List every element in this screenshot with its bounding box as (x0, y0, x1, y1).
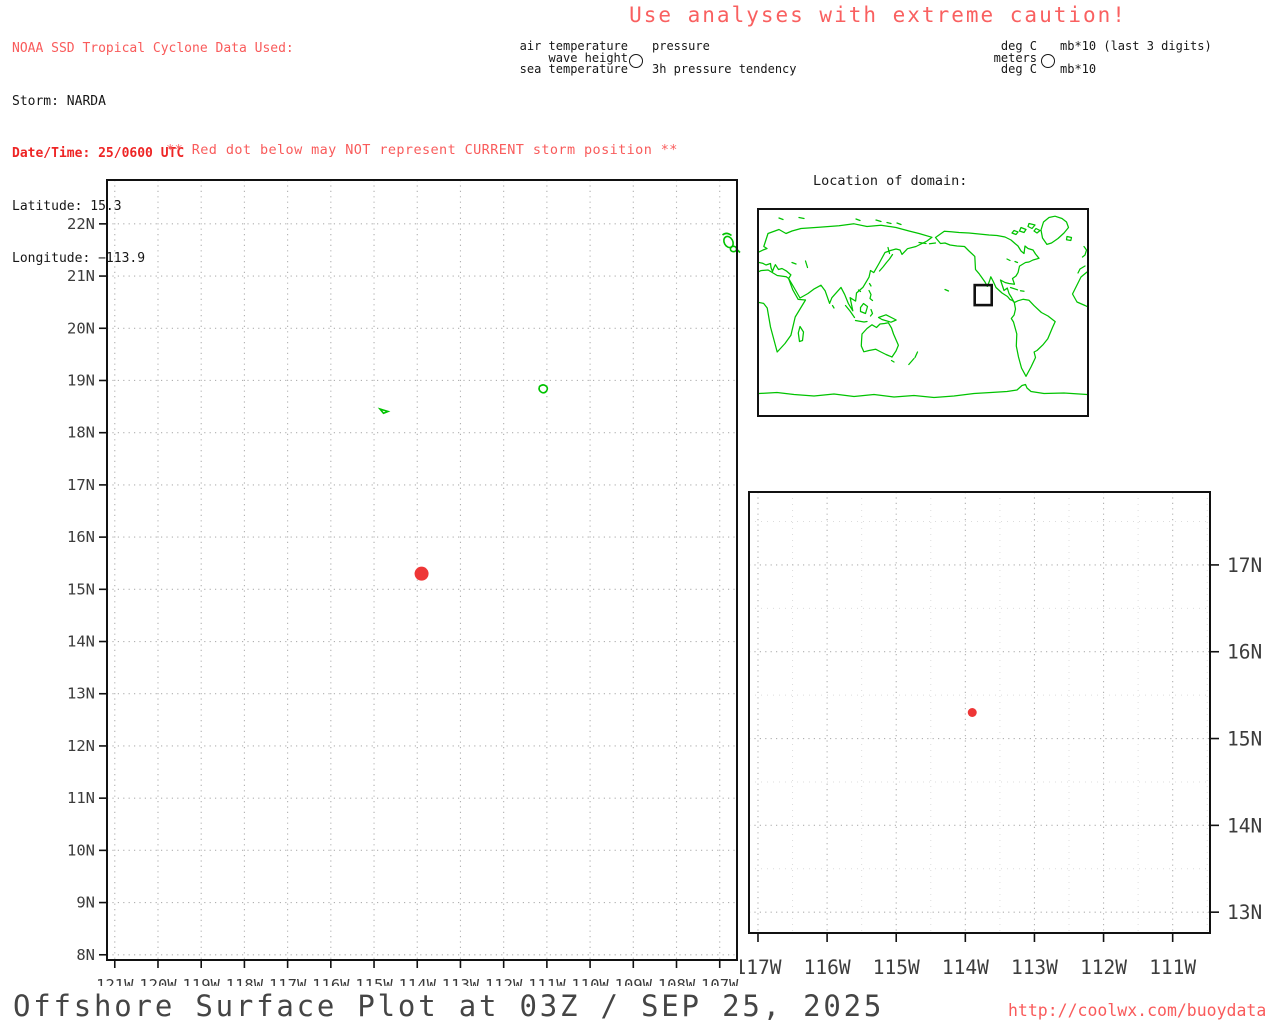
coastline-africa (758, 269, 807, 353)
main-domain-plot: 121W 120W 119W 118W 117W 116W 115W 114W 113W 112W… (67, 179, 741, 986)
x-tick-label: 110W (571, 976, 609, 986)
station-legend-units-left: deg C meters deg C (955, 40, 1037, 76)
storm-position (414, 566, 429, 581)
islands-asia-pacific (797, 246, 919, 366)
station-legend-left-labels: air temperature wave height sea temperat… (505, 40, 628, 76)
y-tick-label: 10N (67, 841, 95, 859)
x-tick-label: 113W (1011, 956, 1058, 979)
y-tick-label: 17N (1227, 554, 1262, 577)
x-tick-label: 114W (942, 956, 989, 979)
y-tick-label: 20N (67, 319, 95, 337)
grid (749, 492, 1210, 933)
axis-ticks (757, 564, 1219, 942)
world-map (758, 215, 1088, 399)
data-source-line: NOAA SSD Tropical Cyclone Data Used: (12, 41, 294, 56)
plot-border (748, 491, 1211, 934)
world-map-inset (757, 208, 1089, 417)
y-tick-label: 12N (67, 737, 95, 755)
x-tick-label: 108W (658, 976, 696, 986)
coastline-antarctica (758, 383, 1088, 399)
storm-position-warning: ** Red dot below may NOT represent CURRE… (166, 142, 678, 158)
axis-labels: 121W 120W 119W 118W 117W 116W 115W 114W 113W 112W… (67, 215, 739, 986)
x-tick-label: 117W (269, 976, 307, 986)
y-tick-label: 21N (67, 267, 95, 285)
inset-map-title: Location of domain: (813, 173, 968, 189)
x-tick-label: 107W (701, 976, 739, 986)
island-socorro (538, 384, 549, 394)
minor-grid (749, 492, 1210, 933)
station-circle-icon (1041, 54, 1055, 68)
station-legend-units-right: mb*10 (last 3 digits) mb*10 (1060, 39, 1280, 76)
legend-unit-degc-2: deg C (1000, 62, 1037, 76)
axis-ticks (99, 223, 721, 968)
coastline-australia (860, 322, 900, 358)
source-url: http://coolwx.com/buoydata (1008, 1001, 1267, 1020)
station-legend-left-labels-right: pressure 3h pressure tendency (652, 39, 882, 76)
x-tick-label: 120W (139, 976, 177, 986)
y-tick-label: 15N (67, 580, 95, 598)
legend-pressure-tendency: 3h pressure tendency (652, 62, 797, 76)
caution-headline: Use analyses with extreme caution! (629, 3, 1127, 27)
island-clarion (377, 407, 391, 415)
plot-title: Offshore Surface Plot at 03Z / SEP 25, 2… (13, 989, 885, 1023)
coastline-africa-west-edge (1071, 245, 1088, 308)
legend-sea-temperature: sea temperature (519, 62, 628, 76)
y-tick-label: 16N (67, 528, 95, 546)
coastline-eurasia (758, 223, 933, 312)
map-islands (377, 232, 741, 415)
x-tick-label: 115W (873, 956, 920, 979)
y-tick-label: 13N (67, 685, 95, 703)
y-tick-label: 13N (1227, 901, 1262, 924)
x-tick-label: 121W (96, 976, 134, 986)
x-tick-label: 114W (399, 976, 437, 986)
coastline-south-america (1010, 298, 1056, 377)
legend-unit-mb10: mb*10 (1060, 62, 1097, 76)
y-tick-label: 16N (1227, 641, 1262, 664)
domain-location-marker (973, 283, 993, 307)
y-tick-label: 22N (67, 215, 95, 233)
y-tick-label: 15N (1227, 728, 1262, 751)
x-tick-label: 109W (615, 976, 653, 986)
station-circle-icon (629, 54, 643, 68)
storm-zoom-plot: 117W 116W 115W 114W 113W 112W 111W 17N 16N 15N 14N… (740, 491, 1262, 979)
x-tick-label: 111W (1149, 956, 1196, 979)
y-tick-label: 14N (1227, 814, 1262, 837)
x-tick-label: 112W (485, 976, 523, 986)
y-tick-label: 8N (76, 946, 95, 964)
x-tick-label: 111W (528, 976, 566, 986)
x-tick-label: 117W (740, 956, 782, 979)
legend-unit-mb10-digits: mb*10 (last 3 digits) (1060, 39, 1212, 53)
y-tick-label: 11N (67, 789, 95, 807)
y-tick-label: 18N (67, 424, 95, 442)
coastline-iceland (1065, 235, 1073, 242)
x-tick-label: 116W (804, 956, 851, 979)
x-tick-label: 113W (442, 976, 480, 986)
x-tick-label: 112W (1080, 956, 1127, 979)
axis-labels: 117W 116W 115W 114W 113W 112W 111W 17N 16N 15N 14N… (740, 554, 1262, 979)
x-tick-label: 118W (226, 976, 264, 986)
x-tick-label: 116W (312, 976, 350, 986)
offshore-surface-plot-page: NOAA SSD Tropical Cyclone Data Used: Sto… (0, 0, 1280, 1024)
y-tick-label: 14N (67, 633, 95, 651)
x-tick-label: 115W (355, 976, 393, 986)
storm-position (967, 708, 977, 717)
y-tick-label: 17N (67, 476, 95, 494)
islands-marias (729, 245, 738, 253)
x-tick-label: 119W (183, 976, 221, 986)
legend-pressure: pressure (652, 39, 710, 53)
coastline-greenland (1040, 215, 1070, 246)
y-tick-label: 9N (76, 894, 95, 912)
storm-name-line: Storm: NARDA (12, 93, 106, 109)
y-tick-label: 19N (67, 371, 95, 389)
